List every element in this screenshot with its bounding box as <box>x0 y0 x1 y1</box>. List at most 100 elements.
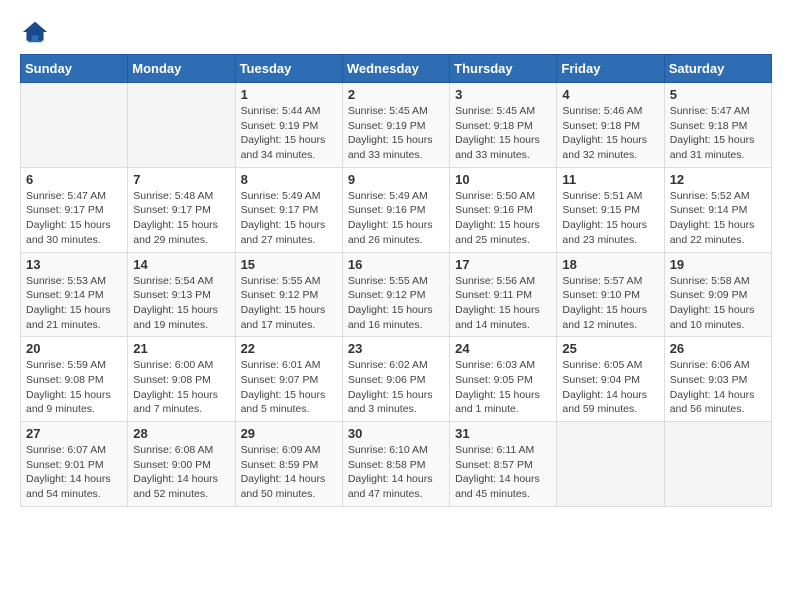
day-number: 20 <box>26 341 122 356</box>
calendar-cell: 13Sunrise: 5:53 AM Sunset: 9:14 PM Dayli… <box>21 252 128 337</box>
calendar-table: SundayMondayTuesdayWednesdayThursdayFrid… <box>20 54 772 507</box>
calendar-cell: 6 Sunrise: 5:47 AM Sunset: 9:17 PM Daylig… <box>21 167 128 252</box>
calendar-cell <box>21 83 128 168</box>
day-number: 13 <box>26 257 122 272</box>
calendar-cell: 8 Sunrise: 5:49 AM Sunset: 9:17 PM Daylig… <box>235 167 342 252</box>
day-info: Sunrise: 6:11 AM Sunset: 8:57 PM Dayligh… <box>455 443 551 502</box>
calendar-cell: 27 Sunrise: 6:07 AM Sunset: 9:01 PM Dayli… <box>21 422 128 507</box>
calendar-cell: 19 Sunrise: 5:58 AM Sunset: 9:09 PM Dayli… <box>664 252 771 337</box>
day-number: 4 <box>562 87 658 102</box>
calendar-cell: 26 Sunrise: 6:06 AM Sunset: 9:03 PM Dayli… <box>664 337 771 422</box>
weekday-header-wednesday: Wednesday <box>342 55 449 83</box>
day-info: Sunrise: 5:50 AM Sunset: 9:16 PM Dayligh… <box>455 189 551 248</box>
day-info: Sunrise: 5:49 AM Sunset: 9:17 PM Dayligh… <box>241 189 337 248</box>
day-info: Sunrise: 5:51 AM Sunset: 9:15 PM Dayligh… <box>562 189 658 248</box>
day-number: 29 <box>241 426 337 441</box>
day-number: 17 <box>455 257 551 272</box>
calendar-cell <box>557 422 664 507</box>
day-info: Sunrise: 5:55 AM Sunset: 9:12 PM Dayligh… <box>241 274 337 333</box>
day-number: 6 <box>26 172 122 187</box>
day-number: 28 <box>133 426 229 441</box>
day-number: 7 <box>133 172 229 187</box>
calendar-cell: 14 Sunrise: 5:54 AM Sunset: 9:13 PM Dayli… <box>128 252 235 337</box>
day-number: 26 <box>670 341 766 356</box>
calendar-cell: 11 Sunrise: 5:51 AM Sunset: 9:15 PM Dayli… <box>557 167 664 252</box>
calendar-week-row: 27 Sunrise: 6:07 AM Sunset: 9:01 PM Dayli… <box>21 422 772 507</box>
calendar-cell: 29 Sunrise: 6:09 AM Sunset: 8:59 PM Dayli… <box>235 422 342 507</box>
logo <box>20 20 54 44</box>
day-number: 9 <box>348 172 444 187</box>
weekday-header-friday: Friday <box>557 55 664 83</box>
day-number: 22 <box>241 341 337 356</box>
day-number: 14 <box>133 257 229 272</box>
calendar-cell: 2Sunrise: 5:45 AM Sunset: 9:19 PM Daylig… <box>342 83 449 168</box>
calendar-cell: 1 Sunrise: 5:44 AM Sunset: 9:19 PM Daylig… <box>235 83 342 168</box>
calendar-cell: 23 Sunrise: 6:02 AM Sunset: 9:06 PM Dayli… <box>342 337 449 422</box>
weekday-header-monday: Monday <box>128 55 235 83</box>
day-info: Sunrise: 6:08 AM Sunset: 9:00 PM Dayligh… <box>133 443 229 502</box>
day-info: Sunrise: 5:52 AM Sunset: 9:14 PM Dayligh… <box>670 189 766 248</box>
day-info: Sunrise: 5:47 AM Sunset: 9:17 PM Dayligh… <box>26 189 122 248</box>
calendar-cell: 17 Sunrise: 5:56 AM Sunset: 9:11 PM Dayli… <box>450 252 557 337</box>
weekday-header-saturday: Saturday <box>664 55 771 83</box>
day-number: 8 <box>241 172 337 187</box>
day-number: 23 <box>348 341 444 356</box>
weekday-header-sunday: Sunday <box>21 55 128 83</box>
day-info: Sunrise: 5:48 AM Sunset: 9:17 PM Dayligh… <box>133 189 229 248</box>
calendar-cell: 28 Sunrise: 6:08 AM Sunset: 9:00 PM Dayli… <box>128 422 235 507</box>
day-number: 24 <box>455 341 551 356</box>
day-info: Sunrise: 5:47 AM Sunset: 9:18 PM Dayligh… <box>670 104 766 163</box>
day-number: 19 <box>670 257 766 272</box>
calendar-cell: 31 Sunrise: 6:11 AM Sunset: 8:57 PM Dayli… <box>450 422 557 507</box>
calendar-cell: 9 Sunrise: 5:49 AM Sunset: 9:16 PM Daylig… <box>342 167 449 252</box>
day-number: 27 <box>26 426 122 441</box>
day-info: Sunrise: 6:06 AM Sunset: 9:03 PM Dayligh… <box>670 358 766 417</box>
calendar-cell: 3 Sunrise: 5:45 AM Sunset: 9:18 PM Daylig… <box>450 83 557 168</box>
day-info: Sunrise: 5:56 AM Sunset: 9:11 PM Dayligh… <box>455 274 551 333</box>
calendar-cell: 4Sunrise: 5:46 AM Sunset: 9:18 PM Daylig… <box>557 83 664 168</box>
weekday-header-row: SundayMondayTuesdayWednesdayThursdayFrid… <box>21 55 772 83</box>
day-number: 10 <box>455 172 551 187</box>
day-info: Sunrise: 5:54 AM Sunset: 9:13 PM Dayligh… <box>133 274 229 333</box>
day-info: Sunrise: 5:58 AM Sunset: 9:09 PM Dayligh… <box>670 274 766 333</box>
day-number: 5 <box>670 87 766 102</box>
calendar-week-row: 20Sunrise: 5:59 AM Sunset: 9:08 PM Dayli… <box>21 337 772 422</box>
day-info: Sunrise: 6:09 AM Sunset: 8:59 PM Dayligh… <box>241 443 337 502</box>
day-number: 25 <box>562 341 658 356</box>
calendar-cell: 10 Sunrise: 5:50 AM Sunset: 9:16 PM Dayli… <box>450 167 557 252</box>
calendar-cell: 25 Sunrise: 6:05 AM Sunset: 9:04 PM Dayli… <box>557 337 664 422</box>
calendar-cell: 5 Sunrise: 5:47 AM Sunset: 9:18 PM Daylig… <box>664 83 771 168</box>
day-info: Sunrise: 5:49 AM Sunset: 9:16 PM Dayligh… <box>348 189 444 248</box>
day-number: 31 <box>455 426 551 441</box>
day-number: 18 <box>562 257 658 272</box>
day-info: Sunrise: 6:07 AM Sunset: 9:01 PM Dayligh… <box>26 443 122 502</box>
calendar-cell: 16Sunrise: 5:55 AM Sunset: 9:12 PM Dayli… <box>342 252 449 337</box>
day-number: 3 <box>455 87 551 102</box>
page-header <box>20 20 772 44</box>
calendar-week-row: 1 Sunrise: 5:44 AM Sunset: 9:19 PM Daylig… <box>21 83 772 168</box>
calendar-cell: 21 Sunrise: 6:00 AM Sunset: 9:08 PM Dayli… <box>128 337 235 422</box>
day-number: 12 <box>670 172 766 187</box>
calendar-cell: 20Sunrise: 5:59 AM Sunset: 9:08 PM Dayli… <box>21 337 128 422</box>
day-info: Sunrise: 5:45 AM Sunset: 9:19 PM Dayligh… <box>348 104 444 163</box>
day-number: 15 <box>241 257 337 272</box>
calendar-week-row: 13Sunrise: 5:53 AM Sunset: 9:14 PM Dayli… <box>21 252 772 337</box>
day-number: 1 <box>241 87 337 102</box>
day-info: Sunrise: 6:02 AM Sunset: 9:06 PM Dayligh… <box>348 358 444 417</box>
calendar-week-row: 6 Sunrise: 5:47 AM Sunset: 9:17 PM Daylig… <box>21 167 772 252</box>
calendar-cell: 12 Sunrise: 5:52 AM Sunset: 9:14 PM Dayli… <box>664 167 771 252</box>
day-info: Sunrise: 6:00 AM Sunset: 9:08 PM Dayligh… <box>133 358 229 417</box>
day-number: 11 <box>562 172 658 187</box>
day-info: Sunrise: 5:55 AM Sunset: 9:12 PM Dayligh… <box>348 274 444 333</box>
day-info: Sunrise: 5:44 AM Sunset: 9:19 PM Dayligh… <box>241 104 337 163</box>
day-info: Sunrise: 6:05 AM Sunset: 9:04 PM Dayligh… <box>562 358 658 417</box>
day-number: 21 <box>133 341 229 356</box>
calendar-cell: 15 Sunrise: 5:55 AM Sunset: 9:12 PM Dayli… <box>235 252 342 337</box>
weekday-header-tuesday: Tuesday <box>235 55 342 83</box>
calendar-cell: 30Sunrise: 6:10 AM Sunset: 8:58 PM Dayli… <box>342 422 449 507</box>
day-info: Sunrise: 5:45 AM Sunset: 9:18 PM Dayligh… <box>455 104 551 163</box>
day-info: Sunrise: 6:03 AM Sunset: 9:05 PM Dayligh… <box>455 358 551 417</box>
calendar-cell: 7 Sunrise: 5:48 AM Sunset: 9:17 PM Daylig… <box>128 167 235 252</box>
generalblue-logo-icon <box>20 20 50 44</box>
calendar-cell <box>128 83 235 168</box>
